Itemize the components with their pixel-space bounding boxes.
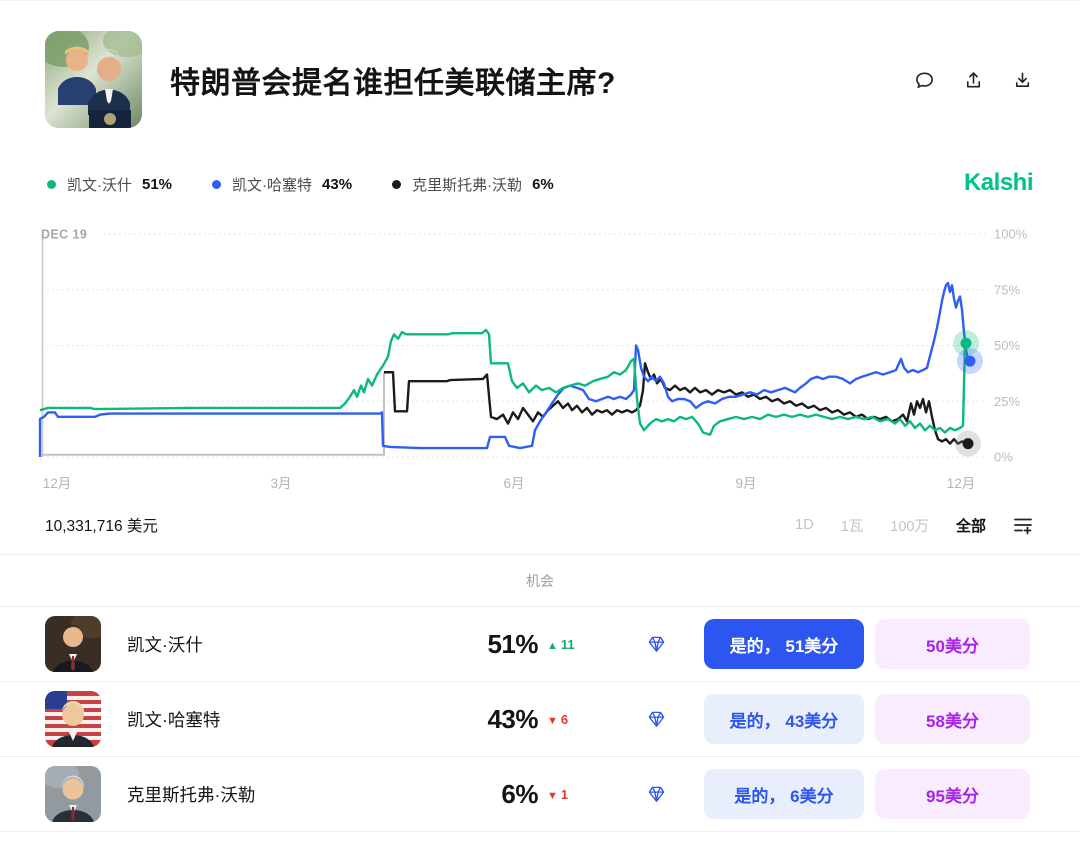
svg-text:DEC 19: DEC 19 xyxy=(41,228,87,242)
boost-gem-button[interactable] xyxy=(647,710,666,729)
chart-footer: 10,331,716 美元 1D 1瓦 100万 全部 xyxy=(0,511,1080,539)
share-button[interactable] xyxy=(963,70,984,91)
range-1d[interactable]: 1D xyxy=(795,517,814,533)
lines-plus-icon xyxy=(1013,515,1033,535)
candidate-delta: ▼6 xyxy=(538,712,608,727)
up-arrow-icon: ▲ xyxy=(547,640,558,652)
legend-label: 凯文·哈塞特 xyxy=(232,174,312,195)
avatar-hassett xyxy=(45,691,101,747)
svg-text:0%: 0% xyxy=(994,450,1013,465)
kalshi-logo[interactable]: Kalshi xyxy=(964,169,1033,197)
no-button[interactable]: 50美分 xyxy=(875,619,1030,669)
yes-button[interactable]: 是的， 6美分 xyxy=(704,769,864,819)
legend-value: 6% xyxy=(532,176,554,193)
candidate-name: 凯文·哈塞特 xyxy=(127,707,423,732)
no-button[interactable]: 95美分 xyxy=(875,769,1030,819)
boost-gem-button[interactable] xyxy=(647,785,666,804)
down-arrow-icon: ▼ xyxy=(547,790,558,802)
gem-cell xyxy=(608,710,704,729)
range-1w[interactable]: 1瓦 xyxy=(841,515,864,536)
chart-options-button[interactable] xyxy=(1013,515,1033,535)
boost-gem-button[interactable] xyxy=(647,635,666,654)
download-icon xyxy=(1012,70,1033,91)
gem-icon xyxy=(647,635,666,654)
legend-label: 克里斯托弗·沃勒 xyxy=(412,174,522,195)
yes-button[interactable]: 是的， 43美分 xyxy=(704,694,864,744)
download-button[interactable] xyxy=(1012,70,1033,91)
candidate-row-hassett: 凯文·哈塞特 43% ▼6 是的， 43美分 58美分 xyxy=(0,682,1080,757)
candidate-delta: ▲11 xyxy=(538,637,608,652)
down-arrow-icon: ▼ xyxy=(547,715,558,727)
market-header: 特朗普会提名谁担任美联储主席? xyxy=(0,1,1080,128)
market-avatar xyxy=(45,31,142,128)
avatar-waller-image xyxy=(45,766,101,822)
svg-text:25%: 25% xyxy=(994,394,1020,409)
gem-icon xyxy=(647,710,666,729)
gem-cell xyxy=(608,785,704,804)
legend-item-warsh[interactable]: 凯文·沃什 51% xyxy=(47,174,172,195)
svg-text:50%: 50% xyxy=(994,338,1020,353)
candidate-name: 凯文·沃什 xyxy=(127,632,423,657)
legend-item-hassett[interactable]: 凯文·哈塞特 43% xyxy=(212,174,352,195)
legend-dot-black xyxy=(392,180,401,189)
range-selector: 1D 1瓦 100万 全部 xyxy=(795,515,1033,536)
candidate-row-waller: 克里斯托弗·沃勒 6% ▼1 是的， 6美分 95美分 xyxy=(0,757,1080,832)
legend-label: 凯文·沃什 xyxy=(67,174,132,195)
svg-text:75%: 75% xyxy=(994,282,1020,297)
svg-text:100%: 100% xyxy=(994,227,1028,242)
legend-item-waller[interactable]: 克里斯托弗·沃勒 6% xyxy=(392,174,554,195)
svg-text:9月: 9月 xyxy=(735,476,756,491)
comments-button[interactable] xyxy=(914,70,935,91)
avatar-warsh xyxy=(45,616,101,672)
range-all[interactable]: 全部 xyxy=(956,515,986,536)
candidate-row-warsh: 凯文·沃什 51% ▲11 是的， 51美分 50美分 xyxy=(0,607,1080,682)
chart-legend: 凯文·沃什 51% 凯文·哈塞特 43% 克里斯托弗·沃勒 6% Kalshi xyxy=(0,174,1080,195)
gem-icon xyxy=(647,785,666,804)
legend-dot-blue xyxy=(212,180,221,189)
avatar-warsh-image xyxy=(45,616,101,672)
yes-button[interactable]: 是的， 51美分 xyxy=(704,619,864,669)
candidate-pct: 51% xyxy=(423,629,538,660)
page-title: 特朗普会提名谁担任美联储主席? xyxy=(170,58,616,128)
chance-column-header: 机会 xyxy=(0,555,1080,606)
market-avatar-image xyxy=(45,31,142,128)
avatar-hassett-image xyxy=(45,691,101,747)
avatar-waller xyxy=(45,766,101,822)
legend-dot-green xyxy=(47,180,56,189)
gem-cell xyxy=(608,635,704,654)
price-chart: 100% 75% 50% 25% 0% DEC 19 12月 3月 6月 9月 12月 xyxy=(0,227,1080,495)
svg-text:12月: 12月 xyxy=(43,476,72,491)
range-1m[interactable]: 100万 xyxy=(890,515,929,536)
legend-value: 51% xyxy=(142,176,172,193)
price-chart-svg[interactable]: 100% 75% 50% 25% 0% DEC 19 12月 3月 6月 9月 12月 xyxy=(0,227,1080,495)
share-icon xyxy=(963,70,984,91)
candidate-pct: 6% xyxy=(423,779,538,810)
header-actions xyxy=(914,70,1033,91)
comment-icon xyxy=(914,70,935,91)
candidate-delta: ▼1 xyxy=(538,787,608,802)
svg-text:3月: 3月 xyxy=(270,476,291,491)
svg-text:12月: 12月 xyxy=(947,476,976,491)
svg-text:6月: 6月 xyxy=(503,476,524,491)
no-button[interactable]: 58美分 xyxy=(875,694,1030,744)
volume-text: 10,331,716 美元 xyxy=(45,514,158,536)
legend-value: 43% xyxy=(322,176,352,193)
candidate-pct: 43% xyxy=(423,704,538,735)
candidate-name: 克里斯托弗·沃勒 xyxy=(127,782,423,807)
